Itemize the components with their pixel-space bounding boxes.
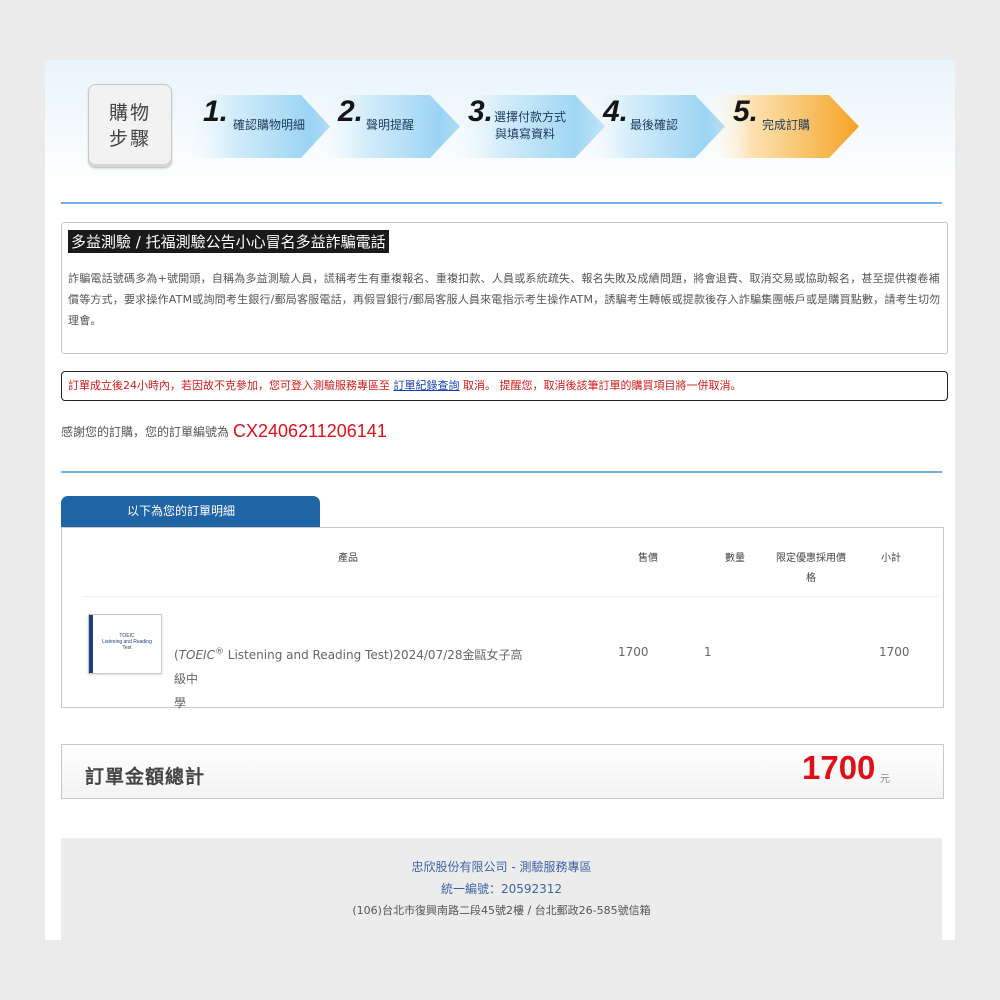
steps-label-line1: 購物	[108, 102, 151, 124]
step-4-label: 最後確認	[630, 118, 679, 132]
order-total-label: 訂單金額總計	[85, 766, 206, 788]
step-5-label: 完成訂購	[762, 118, 811, 132]
step-4: 4. 最後確認	[575, 95, 725, 158]
footer-company: 忠欣股份有限公司 - 測驗服務專區	[411, 860, 592, 874]
product-thumbnail[interactable]: TOEIC Listening and Reading Test	[88, 614, 162, 674]
shopping-steps-label: 購物 步驟	[88, 84, 172, 168]
divider	[61, 471, 942, 473]
step-5-number: 5.	[733, 95, 759, 128]
thumb-line3: Test	[122, 645, 132, 651]
row-divider	[84, 596, 939, 597]
scam-notice-title: 多益測驗 / 托福測驗公告小心冒名多益詐騙電話	[68, 230, 389, 253]
order-number: CX2406211206141	[233, 421, 387, 441]
steps-label-line2: 步驟	[108, 128, 151, 150]
alert-text-before: 訂單成立後24小時內，若因故不克參加，您可登入測驗服務專區至	[68, 379, 394, 392]
step-1: 1. 確認購物明細	[175, 95, 330, 158]
footer-address: (106)台北市復興南路二段45號2樓 / 台北郵政26-585號信箱	[352, 904, 651, 917]
footer: 忠欣股份有限公司 - 測驗服務專區 統一編號：20592312 (106)台北市…	[61, 838, 942, 940]
alert-text-after: 取消。 提醒您，取消後該筆訂單的購買項目將一併取消。	[459, 379, 742, 392]
product-qty: 1	[704, 645, 712, 659]
order-total-value: 1700	[802, 749, 876, 786]
product-price: 1700	[618, 645, 649, 659]
footer-tax-id: 統一編號：20592312	[440, 882, 563, 896]
step-4-number: 4.	[603, 95, 629, 128]
header-qty: 數量	[725, 553, 745, 564]
step-3-label-line1: 選擇付款方式	[494, 110, 567, 124]
header-product: 產品	[338, 553, 358, 564]
product-subtotal: 1700	[879, 645, 910, 659]
header-discount: 限定優惠採用價 格	[776, 553, 846, 584]
thanks-text: 感謝您的訂購，您的訂單編號為	[61, 425, 230, 439]
step-2-number: 2.	[338, 95, 364, 128]
divider	[61, 202, 942, 204]
page: 購物 步驟 1. 確認購物明細 2. 聲明提醒 3. 選擇付款方式 與填寫資料 …	[45, 60, 955, 940]
header-subtotal: 小計	[881, 553, 901, 564]
step-2-label: 聲明提醒	[366, 118, 415, 132]
step-2: 2. 聲明提醒	[310, 95, 460, 158]
step-3-number: 3.	[468, 95, 494, 128]
product-name: (TOEIC® Listening and Reading Test)2024/…	[174, 647, 523, 710]
scam-notice-box: 多益測驗 / 托福測驗公告小心冒名多益詐騙電話 詐騙電話號碼多為+號開頭，自稱為…	[61, 222, 948, 354]
order-thanks: 感謝您的訂購，您的訂單編號為 CX2406211206141	[61, 420, 387, 441]
order-total-box: 訂單金額總計 1700 元	[61, 744, 944, 799]
order-details-tab: 以下為您的訂單明細	[61, 496, 320, 527]
step-3-label-line2: 與填寫資料	[495, 127, 556, 141]
step-1-label: 確認購物明細	[233, 118, 306, 132]
order-total-unit: 元	[880, 774, 890, 785]
header-price: 售價	[638, 553, 658, 564]
order-history-link[interactable]: 訂單紀錄查詢	[394, 379, 460, 392]
order-details-table: 產品 售價 數量 限定優惠採用價 格 小計 TOEIC Listening an…	[61, 527, 944, 710]
step-1-number: 1.	[203, 95, 229, 128]
scam-notice-body: 詐騙電話號碼多為+號開頭，自稱為多益測驗人員，謊稱考生有重複報名、重複扣款、人員…	[68, 272, 941, 327]
product-brand: TOEIC	[178, 648, 215, 662]
step-5-current: 5. 完成訂購	[705, 95, 859, 158]
cancellation-alert: 訂單成立後24小時內，若因故不克參加，您可登入測驗服務專區至 訂單紀錄查詢 取消…	[61, 371, 948, 401]
